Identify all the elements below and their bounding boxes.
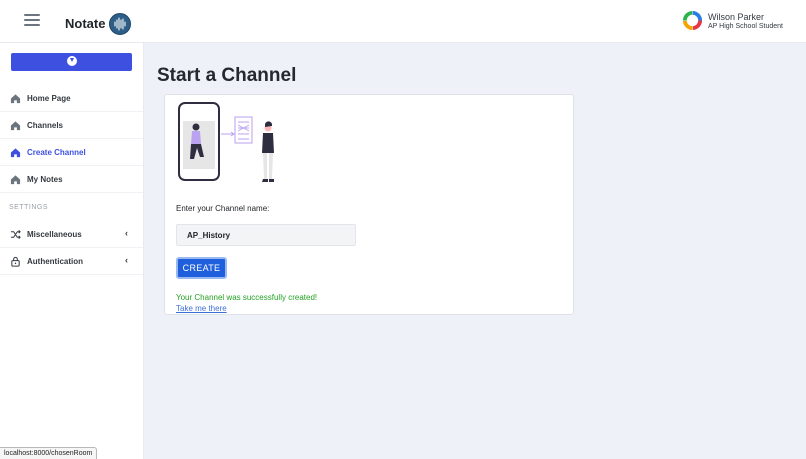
success-message: Your Channel was successfully created! — [176, 293, 318, 302]
user-name[interactable]: Wilson Parker — [708, 12, 764, 22]
create-button[interactable]: CREATE — [176, 257, 227, 279]
page-title: Start a Channel — [157, 65, 297, 86]
phone-illustration-icon — [178, 102, 274, 182]
sidebar-item-label: My Notes — [27, 175, 63, 184]
status-url: localhost:8000/chosenRoom — [0, 447, 98, 459]
chevron-left-icon: ‹ — [125, 255, 128, 265]
new-item-button[interactable] — [11, 53, 132, 71]
sidebar-item-label: Miscellaneous — [27, 230, 82, 239]
user-role: AP High School Student — [708, 23, 783, 30]
app-title: Notate — [65, 16, 106, 31]
home-icon — [10, 148, 21, 158]
sidebar-item-channels[interactable]: Channels — [0, 112, 143, 139]
brand-logo-icon — [109, 13, 131, 35]
lock-icon — [11, 256, 20, 267]
sidebar-item-label: Create Channel — [27, 148, 86, 157]
settings-header: SETTINGS — [9, 204, 49, 211]
sidebar: Home Page Channels Create Channel My Not… — [0, 43, 144, 459]
take-me-there-link[interactable]: Take me there — [176, 304, 227, 313]
chevron-left-icon: ‹ — [125, 228, 128, 238]
user-avatar-icon[interactable] — [682, 10, 703, 31]
home-icon — [10, 121, 21, 131]
sidebar-item-label: Authentication — [27, 257, 83, 266]
sidebar-item-my-notes[interactable]: My Notes — [0, 166, 143, 193]
create-channel-card: Enter your Channel name: CREATE Your Cha… — [164, 94, 574, 315]
sidebar-item-label: Channels — [27, 121, 64, 130]
channel-name-label: Enter your Channel name: — [176, 204, 270, 213]
sidebar-item-authentication[interactable]: Authentication ‹ — [0, 248, 143, 275]
download-circle-icon — [67, 56, 77, 66]
channel-name-input[interactable] — [176, 224, 356, 246]
sidebar-item-label: Home Page — [27, 94, 71, 103]
shuffle-icon — [10, 230, 21, 239]
home-icon — [10, 94, 21, 104]
sidebar-item-miscellaneous[interactable]: Miscellaneous ‹ — [0, 221, 143, 248]
menu-icon[interactable] — [24, 14, 40, 26]
top-bar: Notate Wilson Parker AP High School Stud… — [0, 0, 806, 43]
home-icon — [10, 175, 21, 185]
sidebar-item-home-page[interactable]: Home Page — [0, 85, 143, 112]
sidebar-item-create-channel[interactable]: Create Channel — [0, 139, 143, 166]
